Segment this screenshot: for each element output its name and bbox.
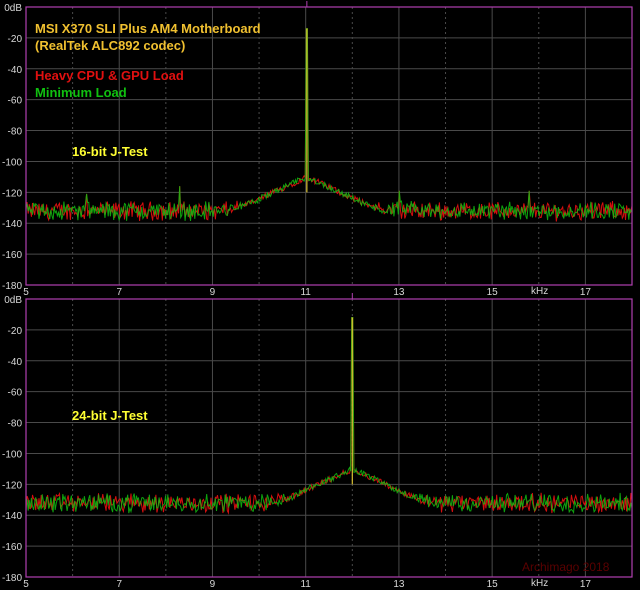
legend-minimum-load: Minimum Load [35,85,127,100]
y-tick-label: -80 [8,127,23,138]
y-tick-label: -20 [8,326,23,337]
y-tick-label: -120 [2,188,22,199]
x-tick-label: 11 [300,287,311,298]
y-tick-label: -100 [2,449,22,460]
panel-24bit-annotation: 24-bit J-Test [72,408,148,423]
x-tick-label: 17 [580,287,592,298]
y-tick-label: -180 [2,573,22,584]
x-tick-label: 17 [580,579,592,590]
y-tick-label: -160 [2,542,22,553]
x-tick-label: 9 [210,579,216,590]
chart-title: MSI X370 SLI Plus AM4 Motherboard [35,21,261,36]
watermark: Archimago 2018 [522,560,610,574]
y-tick-label: -80 [8,419,23,430]
x-tick-label: 7 [116,579,122,590]
y-tick-label: -120 [2,480,22,491]
y-tick-label: -160 [2,250,22,261]
y-tick-label: -180 [2,281,22,292]
legend-heavy-load: Heavy CPU & GPU Load [35,68,184,83]
y-tick-label: -140 [2,511,22,522]
x-tick-label: 15 [487,579,499,590]
x-tick-label: 15 [487,287,499,298]
panel-16bit-annotation: 16-bit J-Test [72,144,148,159]
y-tick-label: -100 [2,157,22,168]
x-tick-label: 13 [393,579,405,590]
y-tick-label: -60 [8,388,23,399]
y-tick-label: 0dB [4,295,22,306]
y-tick-label: -140 [2,219,22,230]
panel-24bit-x-unit: kHz [531,578,548,589]
x-tick-label: 5 [23,287,29,298]
x-tick-label: 5 [23,579,29,590]
x-tick-label: 13 [393,287,405,298]
y-tick-label: -20 [8,34,23,45]
jtest-figure: 0dB -20 -40 -60 -80 -100 -120 -140 -160 -180 5 7 9 1… [0,0,640,590]
y-tick-label: -40 [8,65,23,76]
x-tick-label: 7 [116,287,122,298]
panel-16bit-x-unit: kHz [531,286,548,297]
x-tick-label: 9 [210,287,216,298]
y-tick-label: -40 [8,357,23,368]
chart-subtitle: (RealTek ALC892 codec) [35,38,185,53]
y-tick-label: -60 [8,96,23,107]
x-tick-label: 11 [300,579,311,590]
y-tick-label: 0dB [4,3,22,14]
